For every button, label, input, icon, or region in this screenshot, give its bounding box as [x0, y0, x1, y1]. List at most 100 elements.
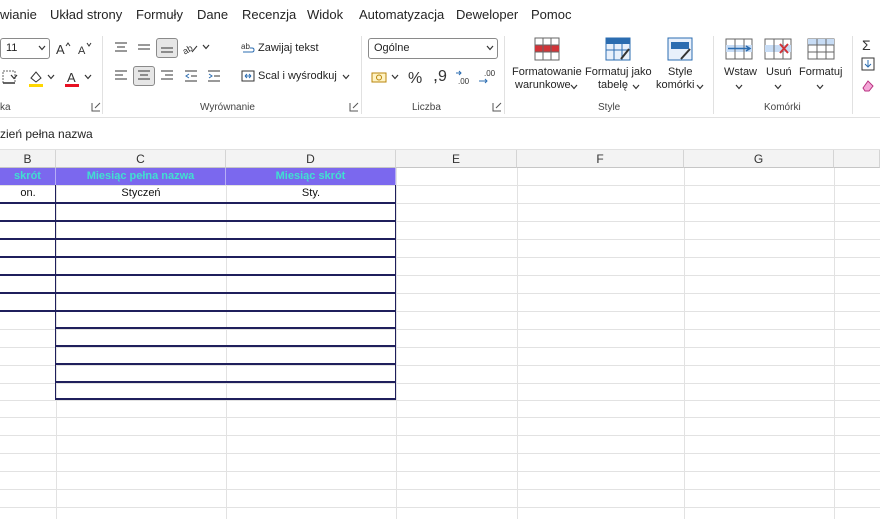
clear-icon[interactable] [860, 77, 876, 93]
conditional-formatting-label-2[interactable]: warunkowe [515, 79, 571, 92]
chevron-down-icon[interactable] [632, 83, 640, 91]
number-format-select[interactable]: Ogólne [368, 38, 498, 59]
table-header-cell[interactable]: skrót [0, 168, 56, 185]
chevron-down-icon[interactable] [341, 72, 351, 82]
accounting-format-icon[interactable] [370, 68, 388, 86]
fill-icon[interactable] [860, 56, 876, 72]
insert-cells-icon[interactable] [724, 36, 754, 62]
column-header-b[interactable]: B [0, 150, 56, 168]
table-header-cell[interactable]: Miesiąc pełna nazwa [56, 168, 226, 185]
chevron-down-icon[interactable] [696, 83, 704, 91]
number-group-label: Liczba [412, 102, 441, 113]
dialog-launcher-icon[interactable] [91, 102, 101, 112]
fill-color-icon[interactable] [26, 68, 46, 88]
table-border [0, 238, 396, 240]
grid-line [517, 168, 518, 519]
worksheet-grid[interactable]: B C D E F G skrót Miesiąc pełna nazwa Mi… [0, 150, 880, 519]
grid-line [684, 168, 685, 519]
chevron-down-icon [38, 45, 46, 51]
chevron-down-icon[interactable] [570, 83, 578, 91]
decrease-decimal-icon[interactable]: .00 [477, 67, 497, 87]
table-cell[interactable]: Sty. [226, 185, 396, 202]
tab-help[interactable]: Pomoc [531, 7, 571, 22]
chevron-down-icon[interactable] [83, 72, 93, 82]
increase-decimal-icon[interactable]: .00 [454, 67, 474, 87]
tab-data[interactable]: Dane [197, 7, 228, 22]
increase-indent-icon[interactable] [203, 66, 225, 86]
ribbon-separator [102, 36, 103, 114]
comma-style-icon[interactable]: ,9 [428, 67, 448, 87]
merge-center-icon [240, 68, 256, 84]
svg-text:9: 9 [438, 68, 447, 85]
conditional-formatting-label-1[interactable]: Formatowanie [512, 66, 582, 79]
font-group-label: ka [0, 102, 11, 113]
align-top-icon[interactable] [110, 38, 132, 58]
formula-content[interactable]: zień pełna nazwa [0, 127, 93, 141]
align-middle-icon[interactable] [133, 38, 155, 58]
format-cells-icon[interactable] [806, 36, 836, 62]
tab-home-partial[interactable]: wianie [0, 7, 37, 22]
wrap-text-button[interactable]: Zawijaj tekst [258, 42, 319, 54]
grid-line [0, 329, 880, 330]
chevron-down-icon[interactable] [390, 72, 400, 82]
delete-cells-icon[interactable] [763, 36, 793, 62]
font-size-value: 11 [6, 42, 18, 54]
decrease-font-size-icon[interactable]: A [77, 39, 93, 57]
column-header-d[interactable]: D [226, 150, 396, 168]
cells-group-label: Komórki [764, 102, 801, 113]
format-as-table-label-1[interactable]: Formatuj jako [585, 66, 652, 79]
table-border [0, 220, 396, 222]
orientation-icon[interactable]: ab [183, 38, 199, 58]
column-header-g[interactable]: G [684, 150, 834, 168]
delete-button[interactable]: Usuń [766, 66, 792, 79]
column-header-c[interactable]: C [56, 150, 226, 168]
formula-bar[interactable]: zień pełna nazwa [0, 118, 880, 150]
chevron-down-icon[interactable] [10, 70, 18, 84]
dialog-launcher-icon[interactable] [492, 102, 502, 112]
increase-font-size-icon[interactable]: A [55, 39, 71, 57]
insert-button[interactable]: Wstaw [724, 66, 757, 79]
table-cell[interactable]: on. [0, 185, 56, 202]
format-as-table-icon[interactable] [604, 36, 632, 62]
table-border [55, 381, 396, 383]
conditional-formatting-icon[interactable] [533, 36, 561, 62]
grid-line [0, 365, 880, 366]
chevron-down-icon[interactable] [201, 42, 211, 52]
dialog-launcher-icon[interactable] [349, 102, 359, 112]
number-format-value: Ogólne [374, 42, 410, 54]
table-header-cell[interactable]: Miesiąc skrót [226, 168, 396, 185]
table-border [0, 292, 396, 294]
align-center-icon[interactable] [133, 66, 155, 86]
svg-text:ab: ab [183, 43, 194, 56]
chevron-down-icon[interactable] [46, 72, 56, 82]
align-right-icon[interactable] [156, 66, 178, 86]
tab-review[interactable]: Recenzja [242, 7, 296, 22]
font-color-icon[interactable]: A [62, 68, 82, 88]
autosum-icon[interactable]: Σ [860, 36, 876, 52]
tab-developer[interactable]: Deweloper [456, 7, 518, 22]
cell-styles-label-1[interactable]: Style [668, 66, 692, 79]
tab-page-layout[interactable]: Układ strony [50, 7, 122, 22]
chevron-down-icon[interactable] [735, 83, 743, 91]
column-header-f[interactable]: F [517, 150, 684, 168]
table-border [0, 202, 396, 204]
decrease-indent-icon[interactable] [180, 66, 202, 86]
align-bottom-icon[interactable] [156, 38, 178, 58]
column-header-e[interactable]: E [396, 150, 517, 168]
format-button[interactable]: Formatuj [799, 66, 842, 79]
column-header-h[interactable] [834, 150, 880, 168]
align-left-icon[interactable] [110, 66, 132, 86]
cell-styles-icon[interactable] [666, 36, 694, 62]
chevron-down-icon[interactable] [774, 83, 782, 91]
tab-automate[interactable]: Automatyzacja [359, 7, 444, 22]
merge-center-button[interactable]: Scal i wyśrodkuj [258, 70, 337, 82]
table-cell[interactable]: Styczeń [56, 185, 226, 202]
percent-style-icon[interactable]: % [405, 67, 425, 87]
font-size-select[interactable]: 11 [0, 38, 50, 59]
chevron-down-icon[interactable] [816, 83, 824, 91]
cell-styles-label-2[interactable]: komórki [656, 79, 695, 92]
table-border [55, 345, 396, 347]
tab-formulas[interactable]: Formuły [136, 7, 183, 22]
format-as-table-label-2[interactable]: tabelę [598, 79, 628, 92]
tab-view[interactable]: Widok [307, 7, 343, 22]
